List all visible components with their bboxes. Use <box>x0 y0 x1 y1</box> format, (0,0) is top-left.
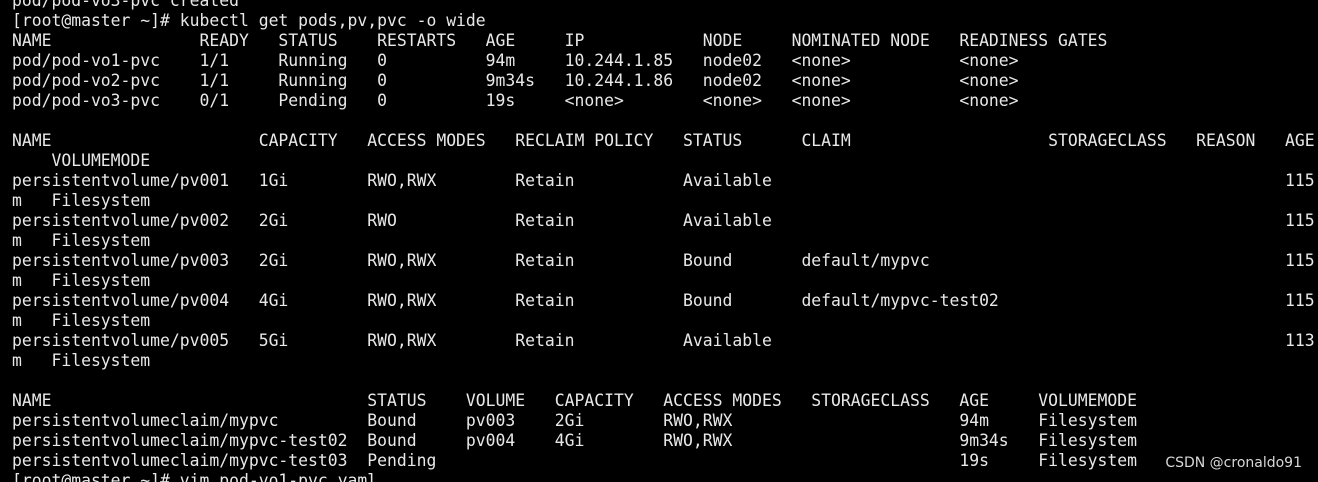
pv-table-header: NAME CAPACITY ACCESS MODES RECLAIM POLIC… <box>12 131 1315 150</box>
pvc-table-row: persistentvolumeclaim/mypvc-test02 Bound… <box>12 431 1137 450</box>
pv-table-row-wrap: m Filesystem <box>12 231 151 250</box>
pvc-table-header: NAME STATUS VOLUME CAPACITY ACCESS MODES… <box>12 391 1137 410</box>
pvc-table-row: persistentvolumeclaim/mypvc-test03 Pendi… <box>12 451 1137 470</box>
pv-table-row: persistentvolume/pv003 2Gi RWO,RWX Retai… <box>12 251 1315 270</box>
pv-table-row: persistentvolume/pv005 5Gi RWO,RWX Retai… <box>12 331 1315 350</box>
pv-table-header-wrap: VOLUMEMODE <box>12 151 151 170</box>
pv-table-row-wrap: m Filesystem <box>12 191 151 210</box>
command-prompt-line: [root@master ~]# kubectl get pods,pv,pvc… <box>12 11 486 30</box>
pods-table-header: NAME READY STATUS RESTARTS AGE IP NODE N… <box>12 31 1108 50</box>
pv-table-row: persistentvolume/pv001 1Gi RWO,RWX Retai… <box>12 171 1315 190</box>
csdn-watermark: CSDN @cronaldo91 <box>1165 455 1302 471</box>
pv-table-row: persistentvolume/pv002 2Gi RWO Retain Av… <box>12 211 1315 230</box>
terminal-output: pod/pod-vo3-pvc created [root@master ~]#… <box>12 0 1315 482</box>
pv-table-row-wrap: m Filesystem <box>12 311 151 330</box>
pvc-table-row: persistentvolumeclaim/mypvc Bound pv003 … <box>12 411 1137 430</box>
command-prompt-line: [root@master ~]# vim pod-vo1-pvc.yaml <box>12 471 378 482</box>
pods-table-row: pod/pod-vo2-pvc 1/1 Running 0 9m34s 10.2… <box>12 71 1019 90</box>
terminal-line: pod/pod-vo3-pvc created <box>12 0 239 10</box>
pv-table-row-wrap: m Filesystem <box>12 351 151 370</box>
terminal-window[interactable]: pod/pod-vo3-pvc created [root@master ~]#… <box>0 0 1318 482</box>
pods-table-row: pod/pod-vo1-pvc 1/1 Running 0 94m 10.244… <box>12 51 1019 70</box>
pv-table-row-wrap: m Filesystem <box>12 271 151 290</box>
pods-table-row: pod/pod-vo3-pvc 0/1 Pending 0 19s <none>… <box>12 91 1019 110</box>
pv-table-row: persistentvolume/pv004 4Gi RWO,RWX Retai… <box>12 291 1315 310</box>
